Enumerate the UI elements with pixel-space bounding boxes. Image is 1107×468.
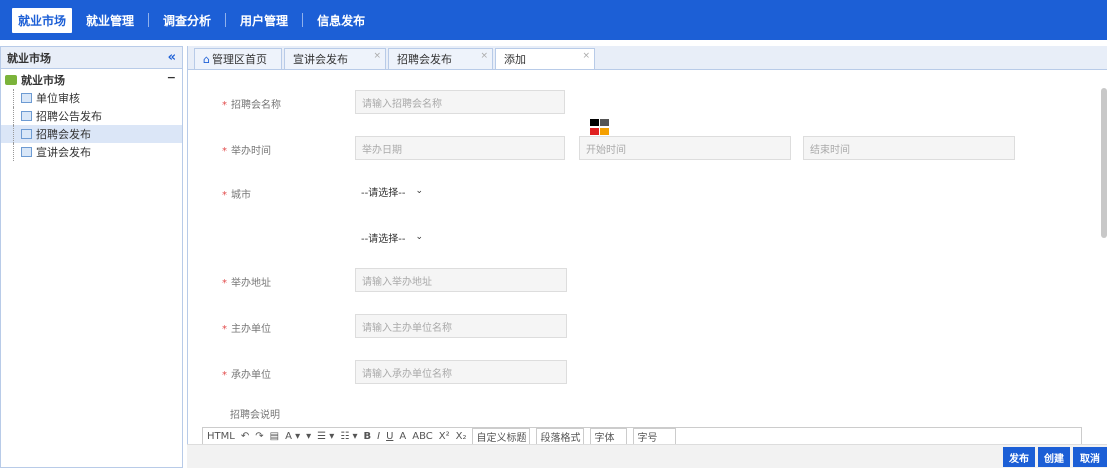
align-icon[interactable]: ▤	[270, 431, 279, 442]
sidebar-item-label: 招聘公告发布	[36, 110, 102, 123]
topnav-user-mgmt[interactable]: 用户管理	[234, 8, 294, 33]
sidebar-item-label: 招聘会发布	[36, 128, 91, 141]
description-label: 招聘会说明	[230, 410, 280, 421]
sidebar-item-job-notice[interactable]: 招聘公告发布	[1, 107, 182, 125]
co-organizer-input[interactable]: 请输入承办单位名称	[355, 360, 567, 384]
redo-icon[interactable]: ↷	[255, 431, 263, 442]
topnav-info-publish[interactable]: 信息发布	[311, 8, 371, 33]
rich-text-toolbar: HTML ↶ ↷ ▤ A ▾ ▾ ☰ ▾ ☷ ▾ B I U A ABC X² …	[202, 427, 1082, 445]
cancel-button[interactable]: 取消	[1073, 447, 1107, 467]
tree-root[interactable]: 就业市场 −	[1, 71, 182, 89]
start-time-input[interactable]: 开始时间	[579, 136, 791, 160]
superscript-icon[interactable]: X²	[439, 431, 450, 442]
document-icon	[21, 111, 32, 121]
sidebar-header: 就业市场 «	[1, 47, 182, 69]
fair-form: * 招聘会名称 请输入招聘会名称 * 举办时间 举办日期 开始时间 结束时间 * 城市…	[198, 76, 1088, 436]
tab-add[interactable]: 添加 ×	[495, 48, 595, 69]
chevron-down-icon: ⌄	[415, 186, 423, 196]
topnav-employment-mgmt[interactable]: 就业管理	[80, 8, 140, 33]
document-icon	[21, 147, 32, 157]
document-icon	[21, 93, 32, 103]
italic-icon[interactable]: I	[377, 431, 380, 442]
button-bar	[187, 444, 1107, 468]
tab-label: 管理区首页	[211, 53, 267, 66]
host-input[interactable]: 请输入主办单位名称	[355, 314, 567, 338]
city-select[interactable]: --请选择-- ⌄	[355, 180, 467, 202]
strikethrough-icon[interactable]: ABC	[412, 431, 433, 442]
publish-button[interactable]: 发布	[1003, 447, 1035, 467]
scrollbar-thumb[interactable]	[1101, 88, 1107, 238]
chevron-down-icon: ⌄	[415, 232, 423, 242]
folder-icon	[5, 75, 17, 85]
collapse-icon[interactable]: «	[168, 50, 176, 65]
html-icon[interactable]: HTML	[207, 431, 235, 442]
font-select[interactable]: 字体	[590, 428, 628, 445]
time-label: * 举办时间	[222, 146, 271, 157]
highlight-icon[interactable]: ▾	[306, 431, 311, 442]
close-icon[interactable]: ×	[582, 51, 590, 61]
divider	[148, 13, 150, 27]
close-icon[interactable]: ×	[373, 51, 381, 61]
text-border-icon[interactable]: A	[399, 431, 406, 442]
co-organizer-label: * 承办单位	[222, 370, 271, 381]
sidebar-item-label: 单位审核	[36, 92, 80, 105]
name-label: * 招聘会名称	[222, 100, 281, 111]
size-select[interactable]: 字号	[633, 428, 677, 445]
bold-icon[interactable]: B	[363, 431, 371, 442]
divider	[302, 13, 304, 27]
paragraph-select[interactable]: 段落格式	[536, 428, 585, 445]
underline-icon[interactable]: U	[386, 431, 393, 442]
ordered-list-icon[interactable]: ☰ ▾	[317, 431, 334, 442]
sidebar-item-seminar[interactable]: 宣讲会发布	[1, 143, 182, 161]
custom-title-select[interactable]: 自定义标题	[472, 428, 531, 445]
sidebar-title: 就业市场	[7, 51, 51, 65]
close-icon[interactable]: ×	[480, 51, 488, 61]
top-nav-bar: 就业市场 就业管理 调查分析 用户管理 信息发布	[0, 0, 1107, 40]
collapse-tree-icon[interactable]: −	[167, 71, 176, 84]
main-panel: ⌂ 管理区首页 宣讲会发布 × 招聘会发布 × 添加 × * 招聘会名称 请输入招聘会名称…	[187, 46, 1107, 468]
topnav-job-market[interactable]: 就业市场	[12, 7, 73, 33]
undo-icon[interactable]: ↶	[241, 431, 249, 442]
tab-label: 添加	[504, 53, 526, 66]
document-icon	[21, 129, 32, 139]
sidebar: 就业市场 « 就业市场 − 单位审核 招聘公告发布 招聘会发布 宣讲会发布	[0, 46, 183, 468]
address-label: * 举办地址	[222, 278, 271, 289]
bullet-list-icon[interactable]: ☷ ▾	[340, 431, 357, 442]
sidebar-item-unit-review[interactable]: 单位审核	[1, 89, 182, 107]
fair-name-input[interactable]: 请输入招聘会名称	[355, 90, 565, 114]
host-label: * 主办单位	[222, 324, 271, 335]
tab-fair-publish[interactable]: 招聘会发布 ×	[388, 48, 493, 69]
district-select[interactable]: --请选择-- ⌄	[355, 226, 447, 248]
end-time-input[interactable]: 结束时间	[803, 136, 1015, 160]
tree-root-label: 就业市场	[21, 74, 65, 87]
sidebar-item-label: 宣讲会发布	[36, 146, 91, 159]
tab-label: 宣讲会发布	[293, 53, 348, 66]
tab-label: 招聘会发布	[397, 53, 452, 66]
create-button[interactable]: 创建	[1038, 447, 1070, 467]
tab-admin-home[interactable]: ⌂ 管理区首页	[194, 48, 282, 69]
tab-bar: ⌂ 管理区首页 宣讲会发布 × 招聘会发布 × 添加 ×	[188, 46, 1107, 70]
topnav-survey-analysis[interactable]: 调查分析	[157, 8, 217, 33]
home-icon: ⌂	[203, 52, 210, 66]
city-label: * 城市	[222, 190, 251, 201]
date-input[interactable]: 举办日期	[355, 136, 565, 160]
address-input[interactable]: 请输入举办地址	[355, 268, 567, 292]
sidebar-item-job-fair[interactable]: 招聘会发布	[1, 125, 182, 143]
divider	[225, 13, 227, 27]
font-color-icon[interactable]: A ▾	[285, 431, 300, 442]
tab-seminar-publish[interactable]: 宣讲会发布 ×	[284, 48, 386, 69]
subscript-icon[interactable]: X₂	[456, 431, 467, 442]
